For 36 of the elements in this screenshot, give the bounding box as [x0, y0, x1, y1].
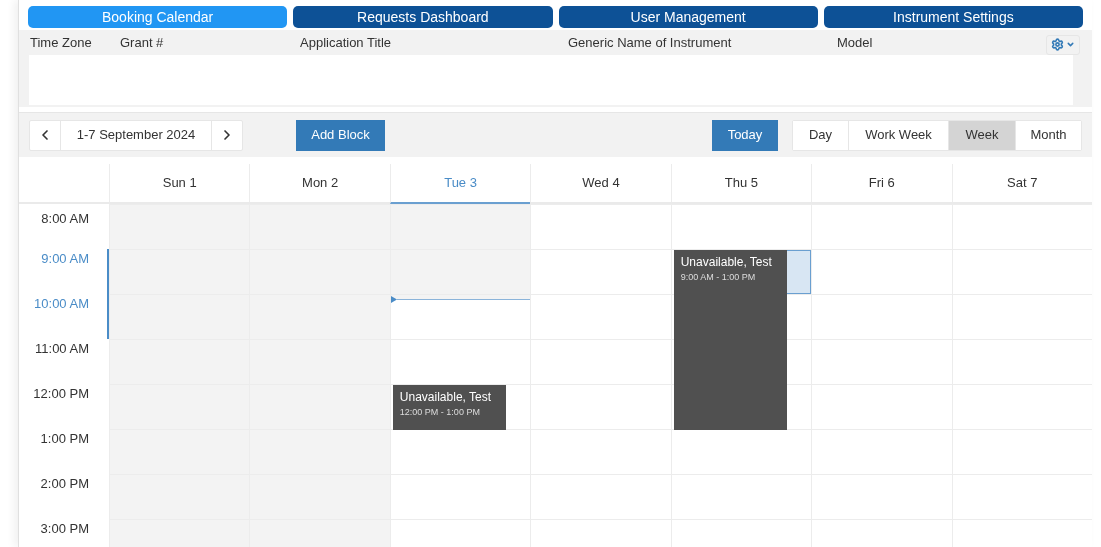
event-time: 12:00 PM - 1:00 PM — [399, 406, 480, 419]
event-block[interactable]: Unavailable, Test 12:00 PM - 1:00 PM — [392, 385, 506, 430]
day-header[interactable]: Fri 6 — [811, 164, 952, 202]
add-block-button[interactable]: Add Block — [296, 119, 385, 151]
event-title: Unavailable, Test — [399, 390, 491, 405]
hour-label: 10:00 AM — [34, 295, 89, 313]
event-time: 9:00 AM - 1:00 PM — [680, 271, 756, 284]
nav-tab[interactable]: Instrument Settings — [823, 6, 1083, 28]
hour-label: 3:00 PM — [40, 520, 89, 538]
column-header[interactable]: Grant # — [119, 32, 299, 53]
hour-label: 11:00 AM — [35, 340, 89, 358]
event-block[interactable]: Unavailable, Test 9:00 AM - 1:00 PM — [673, 250, 787, 430]
column-header[interactable]: Generic Name of Instrument — [567, 32, 836, 53]
day-header[interactable]: Mon 2 — [249, 164, 390, 202]
day-header[interactable]: Sun 1 — [109, 164, 250, 202]
column-header[interactable]: Application Title — [299, 32, 567, 53]
settings-button[interactable] — [1046, 34, 1080, 55]
hour-label: 9:00 AM — [41, 250, 89, 268]
nav-tab[interactable]: User Management — [558, 6, 818, 28]
day-header[interactable]: Sat 7 — [951, 164, 1092, 202]
event-title: Unavailable, Test — [680, 255, 772, 270]
caret-icon — [1066, 40, 1075, 49]
today-button[interactable]: Today — [712, 119, 778, 151]
column-header[interactable]: Model — [836, 32, 1016, 53]
hour-label: 1:00 PM — [40, 430, 89, 448]
view-tab[interactable]: Week — [948, 120, 1015, 150]
day-header[interactable]: Thu 5 — [670, 164, 812, 202]
settings-icon — [1051, 38, 1064, 51]
hour-label: 8:00 AM — [41, 210, 89, 228]
nav-tab[interactable]: Requests Dashboard — [293, 6, 553, 28]
hour-label: 2:00 PM — [40, 475, 89, 493]
view-tab[interactable]: Month — [1015, 120, 1081, 150]
selected-slot[interactable] — [786, 250, 812, 294]
day-header[interactable]: Wed 4 — [530, 164, 671, 202]
hour-label: 12:00 PM — [33, 385, 89, 403]
column-header[interactable]: Time Zone — [29, 32, 119, 53]
